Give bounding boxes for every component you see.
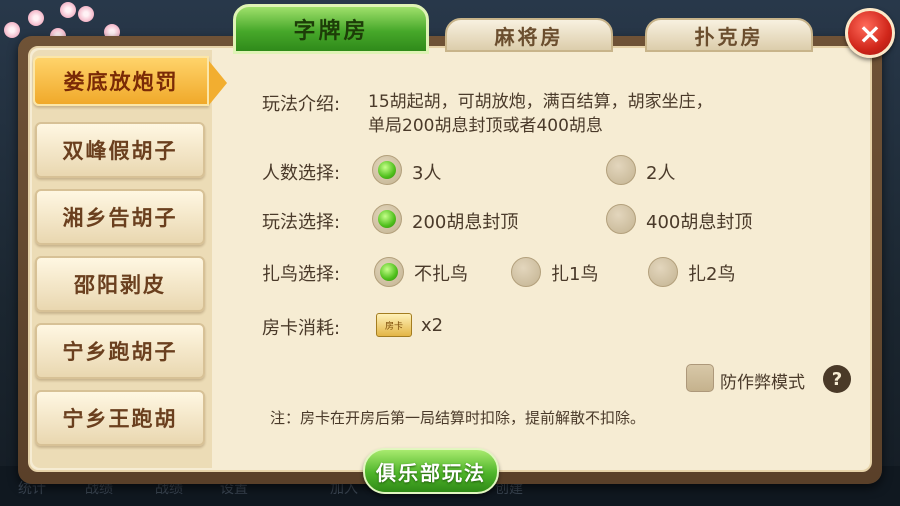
radio-mode-200[interactable] bbox=[372, 204, 402, 234]
radio-players-3[interactable] bbox=[372, 155, 402, 185]
cost-label: 房卡消耗: bbox=[262, 318, 341, 339]
room-card-icon: 房卡 bbox=[376, 313, 412, 337]
tab-poker-room[interactable]: 扑克房 bbox=[645, 18, 813, 52]
birds-label: 扎鸟选择: bbox=[262, 264, 341, 285]
sidebar-item-loudi-fangpaofa[interactable]: 娄底放炮罚 bbox=[33, 56, 227, 106]
option-players-2[interactable]: 2人 bbox=[646, 159, 675, 185]
radio-birds-none[interactable] bbox=[374, 257, 404, 287]
mode-label: 玩法选择: bbox=[262, 212, 341, 233]
close-button[interactable]: × bbox=[845, 8, 895, 58]
option-birds-2[interactable]: 扎2鸟 bbox=[688, 260, 735, 286]
intro-label: 玩法介绍: bbox=[262, 94, 341, 115]
anticheat-checkbox[interactable] bbox=[686, 364, 714, 392]
option-mode-200[interactable]: 200胡息封顶 bbox=[412, 208, 518, 234]
tab-zipai-room[interactable]: 字牌房 bbox=[233, 4, 429, 54]
option-birds-1[interactable]: 扎1鸟 bbox=[551, 260, 598, 286]
sidebar-item-ningxiang-paohuzi[interactable]: 宁乡跑胡子 bbox=[35, 323, 205, 379]
sidebar-item-shuangfeng-jiahuzi[interactable]: 双峰假胡子 bbox=[35, 122, 205, 178]
help-icon[interactable]: ? bbox=[823, 365, 851, 393]
sidebar-item-xiangxiang-gaohuzi[interactable]: 湘乡告胡子 bbox=[35, 189, 205, 245]
intro-line: 单局200胡息封顶或者400胡息 bbox=[368, 116, 603, 136]
cost-amount: x2 bbox=[421, 315, 444, 336]
radio-mode-400[interactable] bbox=[606, 204, 636, 234]
intro-line: 15胡起胡，可胡放炮，满百结算，胡家坐庄， bbox=[368, 92, 713, 112]
radio-players-2[interactable] bbox=[606, 155, 636, 185]
tab-mahjong-room[interactable]: 麻将房 bbox=[445, 18, 613, 52]
sidebar-item-shaoyang-bopi[interactable]: 邵阳剥皮 bbox=[35, 256, 205, 312]
option-birds-none[interactable]: 不扎鸟 bbox=[414, 260, 468, 286]
club-play-button[interactable]: 俱乐部玩法 bbox=[363, 448, 499, 494]
radio-birds-2[interactable] bbox=[648, 257, 678, 287]
close-icon: × bbox=[858, 16, 882, 50]
sidebar-item-ningxiang-wangpaohu[interactable]: 宁乡王跑胡 bbox=[35, 390, 205, 446]
players-label: 人数选择: bbox=[262, 163, 341, 184]
note-text: 注：房卡在开房后第一局结算时扣除，提前解散不扣除。 bbox=[270, 409, 646, 427]
anticheat-label[interactable]: 防作弊模式 bbox=[720, 368, 805, 393]
option-mode-400[interactable]: 400胡息封顶 bbox=[646, 208, 752, 234]
radio-birds-1[interactable] bbox=[511, 257, 541, 287]
intro-description: 15胡起胡，可胡放炮，满百结算，胡家坐庄， 单局200胡息封顶或者400胡息 bbox=[368, 90, 818, 138]
option-players-3[interactable]: 3人 bbox=[412, 159, 441, 185]
